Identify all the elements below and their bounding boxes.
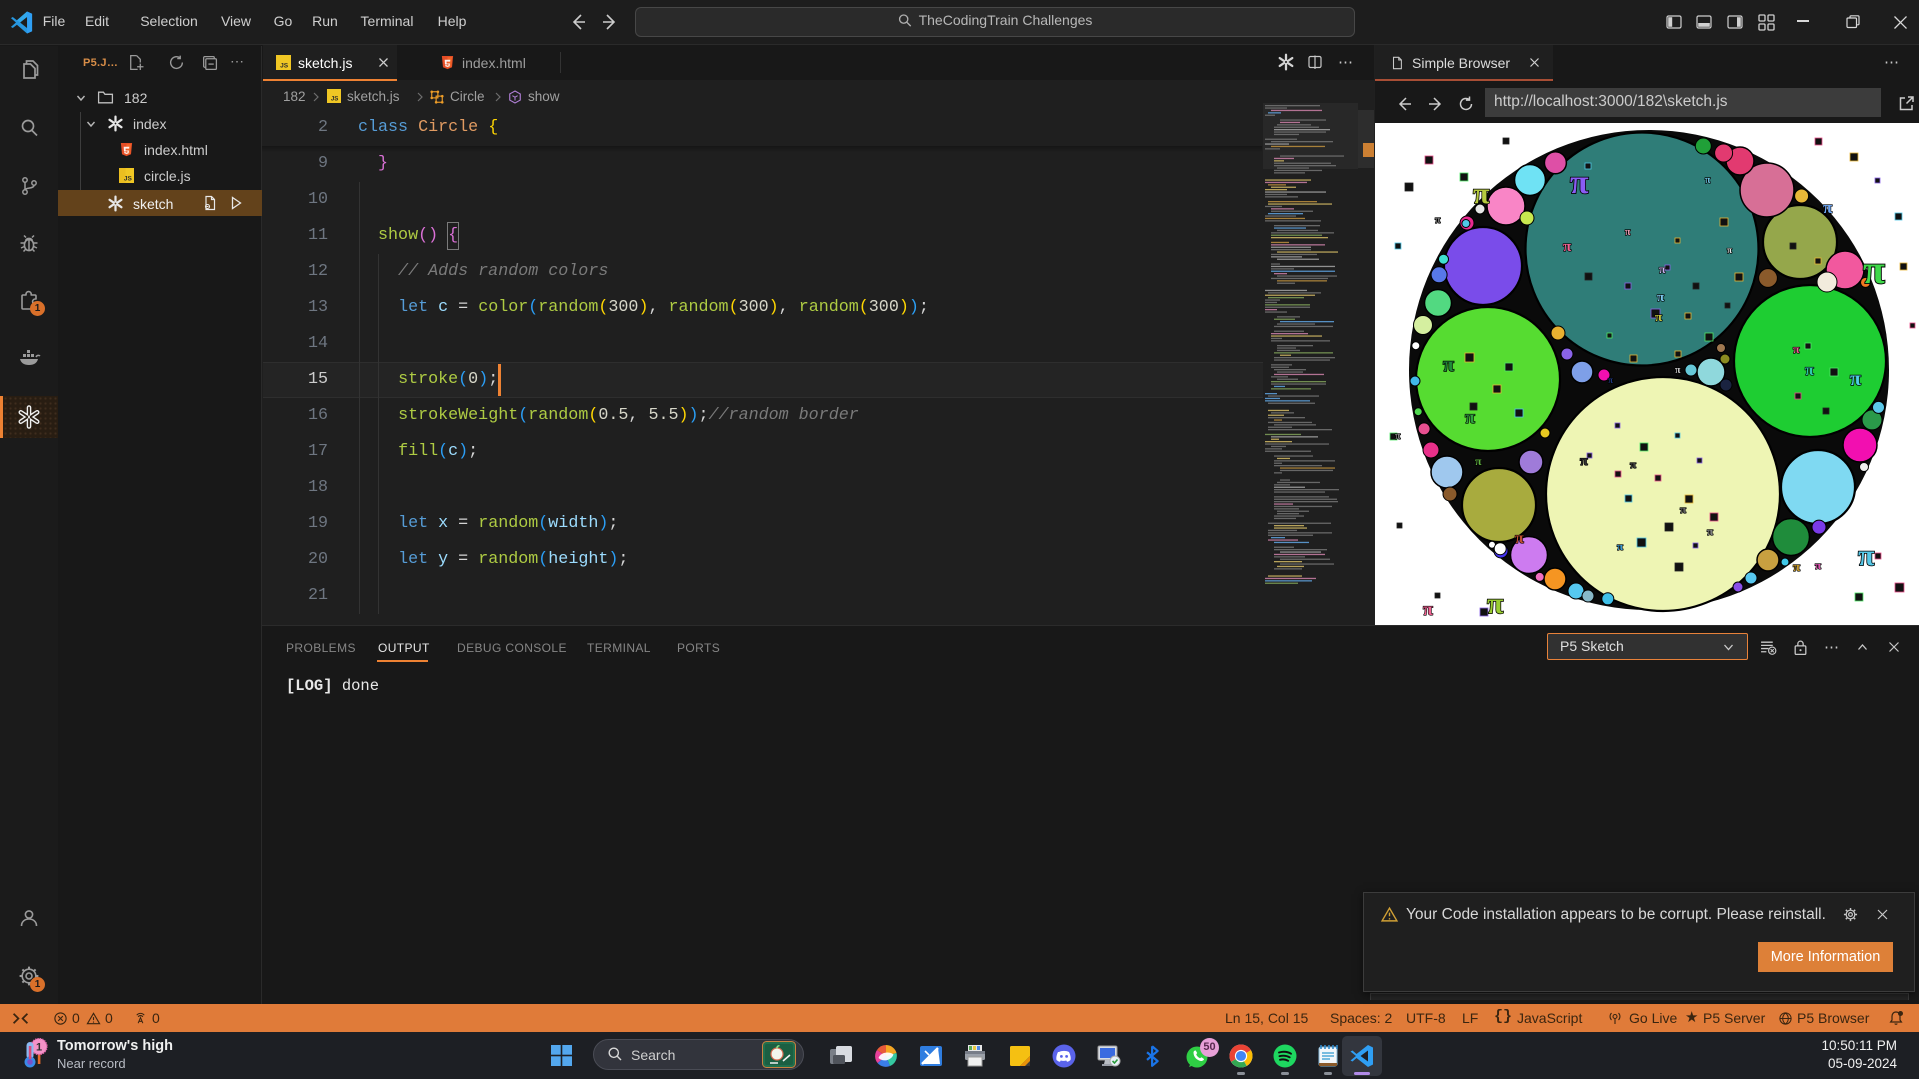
svg-text:π: π [1680, 504, 1686, 516]
svg-text:π: π [1815, 560, 1821, 572]
svg-text:π: π [1473, 177, 1490, 210]
svg-text:π: π [1675, 365, 1681, 376]
svg-text:π: π [1423, 599, 1433, 619]
svg-text:π: π [1515, 530, 1524, 547]
svg-text:JS: JS [280, 62, 289, 69]
svg-text:π: π [1863, 247, 1885, 292]
svg-text:JS: JS [124, 175, 133, 182]
svg-text:π: π [1823, 198, 1833, 217]
svg-text:π: π [1563, 239, 1572, 255]
svg-text:π: π [1657, 289, 1664, 304]
svg-text:π: π [1630, 459, 1636, 471]
svg-text:π: π [1625, 227, 1631, 238]
svg-text:π: π [1617, 541, 1623, 553]
svg-text:π: π [1793, 342, 1800, 356]
svg-text:π: π [1659, 262, 1666, 276]
svg-text:π: π [1487, 587, 1504, 620]
svg-text:1: 1 [36, 1042, 42, 1054]
svg-text:π: π [1570, 164, 1589, 201]
svg-text:π: π [1793, 559, 1800, 574]
svg-text:π: π [1443, 354, 1454, 376]
svg-text:π: π [1580, 454, 1588, 469]
svg-text:π: π [1435, 215, 1441, 226]
svg-text:JS: JS [331, 96, 338, 103]
svg-text:π: π [1395, 431, 1401, 442]
svg-text:π: π [1727, 245, 1732, 255]
svg-text:π: π [1705, 175, 1711, 186]
svg-text:π: π [1858, 539, 1875, 572]
svg-text:π: π [1655, 309, 1662, 324]
svg-text:π: π [1707, 526, 1713, 538]
svg-text:π: π [1465, 407, 1475, 427]
svg-text:π: π [1805, 362, 1814, 379]
svg-text:π: π [1850, 368, 1861, 390]
svg-text:π: π [1608, 375, 1613, 385]
svg-text:π: π [1475, 454, 1482, 468]
